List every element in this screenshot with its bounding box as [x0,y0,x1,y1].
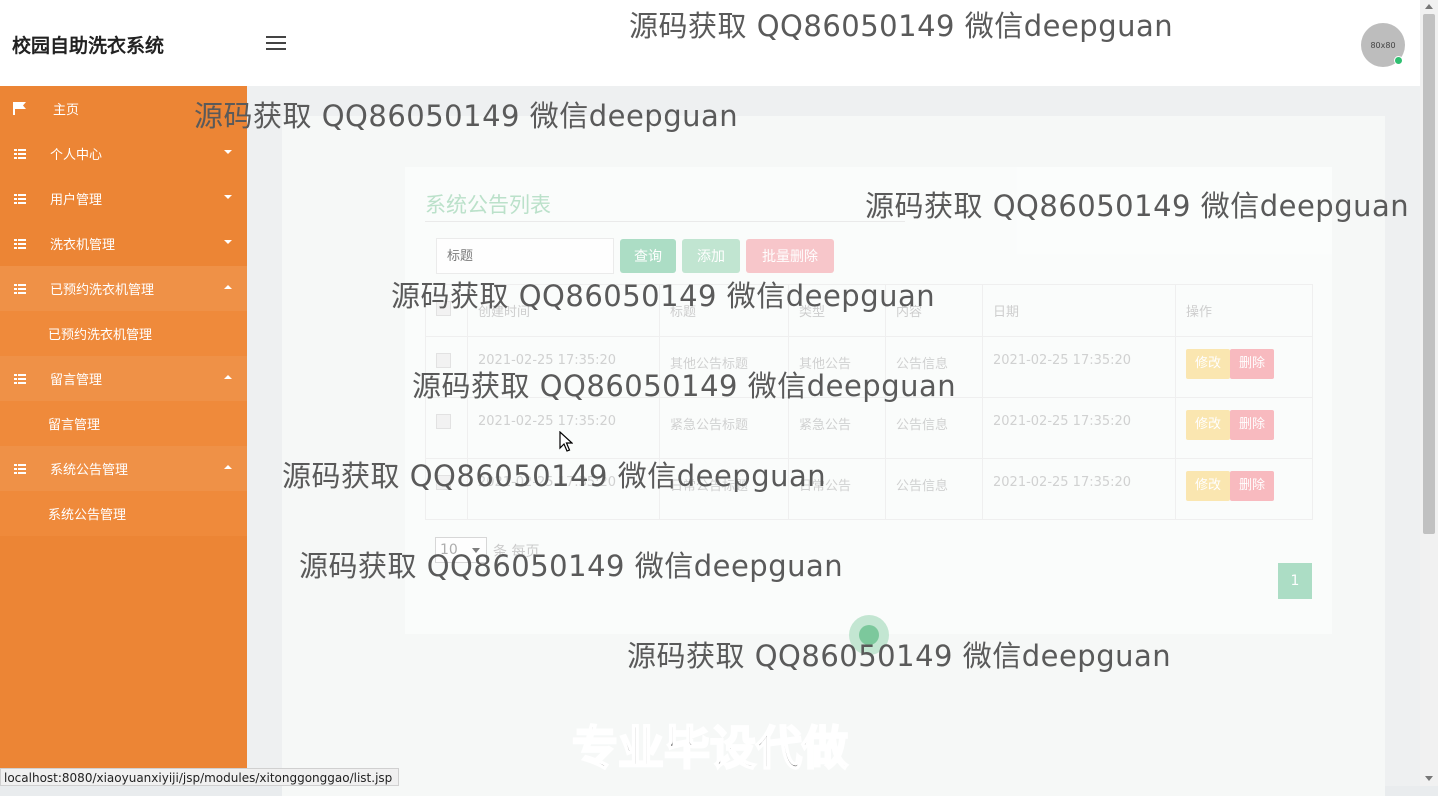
watermark-text: 源码获取 QQ86050149 微信deepguan [627,639,1172,673]
mouse-cursor-icon [559,431,573,452]
sidebar-item-label: 已预约洗衣机管理 [50,283,155,298]
caret-down-icon [224,195,232,199]
sidebar-item-label: 洗衣机管理 [50,238,116,253]
sidebar-subitem-announcements[interactable]: 系统公告管理 [0,491,247,536]
actions-cell: 修改 删除 [1175,336,1313,398]
caret-up-icon [224,285,232,289]
watermark-banner: 专业毕设代做 [571,720,849,776]
scrollbar-thumb[interactable] [1423,14,1435,534]
actions-cell: 修改 删除 [1175,397,1313,459]
sidebar-item-reserved-washer[interactable]: 已预约洗衣机管理 [0,266,247,311]
actions-cell: 修改 删除 [1175,458,1313,520]
title-divider [425,221,905,222]
sidebar-item-label: 个人中心 [50,148,103,163]
watermark-text: 源码获取 QQ86050149 微信deepguan [412,369,957,403]
status-bar-url: localhost:8080/xiaoyuanxiyiji/jsp/module… [0,768,400,786]
grid-icon [11,373,29,384]
caret-up-icon [224,375,232,379]
avatar[interactable]: 80x80 [1361,23,1405,67]
sidebar: 主页 个人中心 用户管理 洗衣机管理 已预约洗衣机管理 已预约洗衣机管理 留言管… [0,86,247,786]
sidebar-item-label: 主页 [53,103,80,118]
page-title: 系统公告列表 [425,193,551,217]
sidebar-item-user-management[interactable]: 用户管理 [0,176,247,221]
column-header: 操作 [1175,284,1313,337]
delete-button[interactable]: 删除 [1230,349,1275,379]
grid-icon [11,463,29,474]
watermark-text: 源码获取 QQ86050149 微信deepguan [391,279,936,313]
online-status-dot [1394,56,1403,65]
delete-button[interactable]: 删除 [1230,471,1275,501]
date-cell: 2021-02-25 17:35:20 [982,397,1176,459]
sidebar-item-announcements[interactable]: 系统公告管理 [0,446,247,491]
grid-icon [11,283,29,294]
content-cell: 公告信息 [885,458,983,520]
edit-button[interactable]: 修改 [1186,410,1231,440]
row-select-cell [425,397,468,459]
content-cell: 公告信息 [885,397,983,459]
edit-button[interactable]: 修改 [1186,471,1231,501]
sidebar-item-label: 用户管理 [50,193,103,208]
watermark-text: 源码获取 QQ86050149 微信deepguan [629,9,1174,43]
grid-icon [11,193,29,204]
query-button[interactable]: 查询 [620,239,676,273]
batch-delete-button[interactable]: 批量删除 [746,239,834,273]
delete-button[interactable]: 删除 [1230,410,1275,440]
sidebar-item-label: 系统公告管理 [50,463,129,478]
sidebar-item-label: 留言管理 [50,373,103,388]
sidebar-subitem-messages[interactable]: 留言管理 [0,401,247,446]
sidebar-item-messages[interactable]: 留言管理 [0,356,247,401]
edit-button[interactable]: 修改 [1186,349,1231,379]
grid-icon [11,238,29,249]
watermark-text: 源码获取 QQ86050149 微信deepguan [865,189,1410,223]
grid-icon [11,148,29,159]
date-cell: 2021-02-25 17:35:20 [982,458,1176,520]
search-title-input[interactable] [436,238,614,274]
scroll-down-icon[interactable] [1425,776,1433,781]
title-cell: 紧急公告标题 [659,397,789,459]
row-checkbox[interactable] [436,414,451,429]
add-button[interactable]: 添加 [682,239,740,273]
type-cell: 紧急公告 [788,397,886,459]
watermark-text: 源码获取 QQ86050149 微信deepguan [299,549,844,583]
flag-icon [11,102,29,115]
sidebar-item-washer-management[interactable]: 洗衣机管理 [0,221,247,266]
menu-toggle-icon[interactable] [266,36,286,52]
avatar-text: 80x80 [1370,40,1396,50]
sidebar-subitem-reserved-washer[interactable]: 已预约洗衣机管理 [0,311,247,356]
watermark-text: 源码获取 QQ86050149 微信deepguan [282,459,827,493]
caret-down-icon [224,240,232,244]
page-button-1[interactable]: 1 [1278,563,1312,599]
caret-up-icon [224,465,232,469]
app-title: 校园自助洗衣系统 [12,35,165,57]
watermark-text: 源码获取 QQ86050149 微信deepguan [194,99,739,133]
caret-down-icon [224,150,232,154]
scroll-up-icon[interactable] [1425,4,1433,9]
column-header: 日期 [982,284,1176,337]
date-cell: 2021-02-25 17:35:20 [982,336,1176,398]
sidebar-item-personal-center[interactable]: 个人中心 [0,131,247,176]
